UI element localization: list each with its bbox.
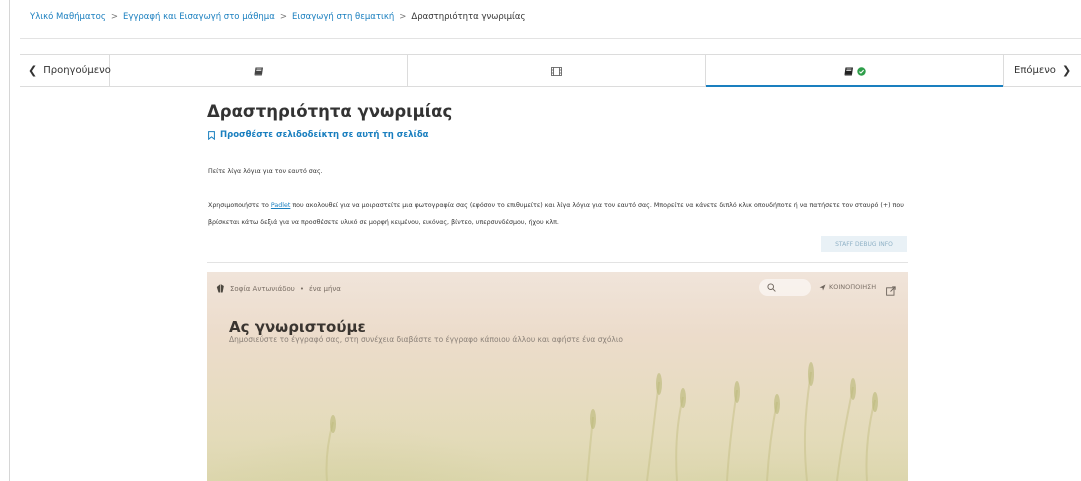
breadcrumb-link-enrollment[interactable]: Εγγραφή και Εισαγωγή στο μάθημα: [123, 12, 275, 22]
previous-label: Προηγούμενο: [43, 65, 111, 76]
padlet-share-button[interactable]: ΚΟΙΝΟΠΟΙΗΣΗ: [819, 283, 876, 291]
sequence-navigation: ❮ Προηγούμενο Επόμενο ❯: [20, 54, 1081, 87]
breadcrumb: Υλικό Μαθήματος > Εγγραφή και Εισαγωγή στο…: [30, 12, 526, 22]
bookmark-button[interactable]: Προσθέστε σελιδοδείκτη σε αυτή τη σελίδα: [208, 130, 429, 140]
share-icon: [819, 284, 826, 290]
page-title: Δραστηριότητα γνωριμίας: [207, 102, 453, 121]
breadcrumb-separator: >: [399, 12, 407, 22]
padlet-author: Σοφία Αντωνιάδου • ένα μήνα: [215, 283, 341, 294]
next-button[interactable]: Επόμενο ❯: [1004, 55, 1081, 86]
breadcrumb-link-course-material[interactable]: Υλικό Μαθήματος: [30, 12, 106, 22]
chevron-left-icon: ❮: [28, 64, 38, 77]
padlet-subtitle: Δημοσιεύστε το έγγραφό σας, στη συνέχεια…: [229, 335, 623, 344]
sequence-tab-3[interactable]: [706, 55, 1004, 87]
padlet-link[interactable]: Padlet: [271, 202, 290, 209]
share-label: ΚΟΙΝΟΠΟΙΗΣΗ: [829, 283, 877, 291]
breadcrumb-link-introduction[interactable]: Εισαγωγή στη θεματική: [292, 12, 394, 22]
chevron-right-icon: ❯: [1061, 64, 1072, 77]
content-divider: [207, 262, 908, 263]
bookmark-icon: [208, 130, 215, 140]
breadcrumb-divider: [20, 38, 1081, 39]
instructions-paragraph: Χρησιμοποιήστε το Padlet που ακολουθεί γ…: [208, 197, 928, 231]
sequence-tab-1[interactable]: [110, 55, 408, 86]
breadcrumb-current: Δραστηριότητα γνωριμίας: [411, 12, 526, 22]
previous-button[interactable]: ❮ Προηγούμενο: [20, 55, 111, 86]
breadcrumb-separator: >: [279, 12, 287, 22]
external-link-icon: [886, 286, 896, 296]
intro-paragraph: Πείτε λίγα λόγια για τον εαυτό σας.: [208, 168, 323, 175]
instructions-text-start: Χρησιμοποιήστε το: [208, 202, 271, 209]
padlet-title: Ας γνωριστούμε: [229, 318, 366, 336]
padlet-time: ένα μήνα: [308, 284, 341, 293]
breadcrumb-separator: >: [110, 12, 118, 22]
check-circle-icon: [856, 61, 866, 80]
page-left-border: [9, 0, 10, 481]
book-icon: [254, 61, 264, 80]
padlet-search-button[interactable]: [759, 279, 811, 296]
wheat-background-image: [325, 362, 878, 481]
search-icon: [767, 283, 776, 292]
film-icon: [551, 61, 562, 80]
next-label: Επόμενο: [1014, 65, 1056, 76]
staff-debug-info-button[interactable]: STAFF DEBUG INFO: [821, 236, 907, 252]
padlet-embed[interactable]: Σοφία Αντωνιάδου • ένα μήνα ΚΟΙΝΟΠΟΙΗΣΗ …: [207, 272, 908, 481]
padlet-logo-icon: [216, 284, 224, 293]
padlet-dot: •: [299, 284, 304, 293]
padlet-author-name: Σοφία Αντωνιάδου: [230, 284, 295, 293]
instructions-text-rest: που ακολουθεί για να μοιραστείτε μια φωτ…: [208, 202, 904, 226]
bookmark-label: Προσθέστε σελιδοδείκτη σε αυτή τη σελίδα: [220, 130, 429, 140]
sequence-tab-2[interactable]: [408, 55, 706, 86]
book-icon: [844, 61, 854, 80]
open-external-button[interactable]: [886, 281, 896, 300]
